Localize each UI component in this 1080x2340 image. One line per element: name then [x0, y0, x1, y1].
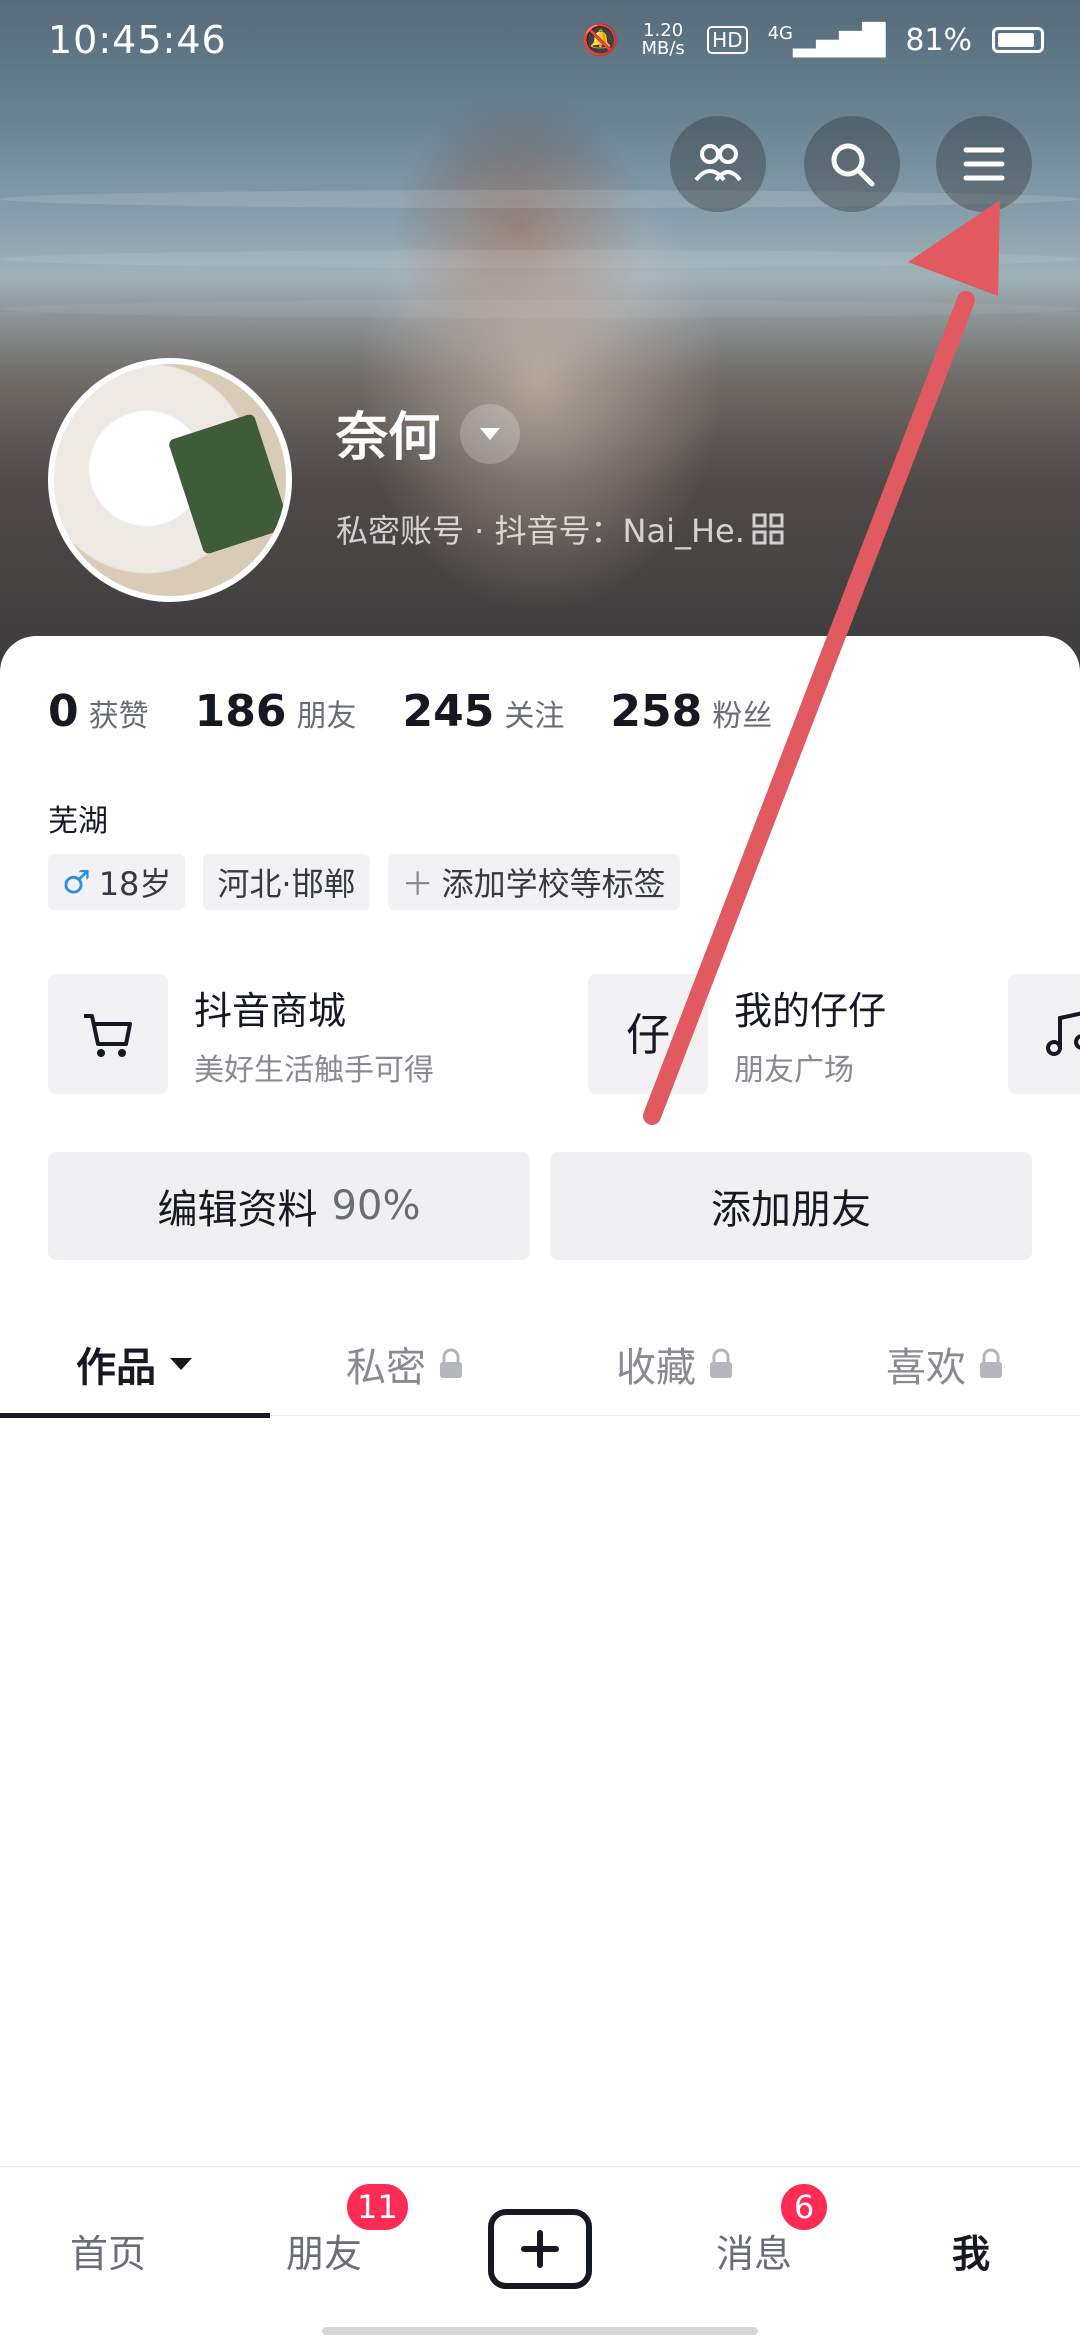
- lock-icon: [710, 1348, 732, 1378]
- account-id-text: 私密账号 · 抖音号：Nai_He.: [336, 512, 745, 550]
- male-icon: ♂: [62, 863, 91, 901]
- plus-icon: ＋: [401, 865, 434, 903]
- stat-friends[interactable]: 186 朋友: [195, 686, 357, 737]
- qr-code-icon: [752, 513, 784, 545]
- hd-icon: HD: [707, 26, 748, 54]
- mute-bell-icon: 🔕: [581, 22, 620, 58]
- gender-age-tag[interactable]: ♂ 18岁: [48, 854, 186, 910]
- menu-icon: [963, 147, 1005, 181]
- search-icon: [831, 143, 875, 187]
- add-tag-button[interactable]: ＋ 添加学校等标签: [387, 854, 680, 910]
- edit-profile-button[interactable]: 编辑资料 90%: [48, 1152, 530, 1260]
- stat-followers[interactable]: 258 粉丝: [610, 686, 772, 737]
- tab-private[interactable]: 私密: [270, 1312, 540, 1416]
- music-icon: [1046, 1011, 1080, 1056]
- status-icons: 🔕 1.20 MB/s HD 4G▂▄▆█ 81%: [582, 22, 1044, 58]
- menu-button[interactable]: [936, 116, 1032, 212]
- bio-location: 芜湖: [48, 804, 108, 839]
- bottom-nav: 首页 朋友 11 消息 6 我: [0, 2166, 1080, 2340]
- card-music[interactable]: [1008, 974, 1080, 1094]
- feature-cards: 抖音商城 美好生活触手可得 仔 我的仔仔 朋友广场: [48, 974, 1080, 1104]
- nav-messages[interactable]: 消息: [716, 2223, 792, 2278]
- battery-percent: 81%: [905, 22, 972, 58]
- works-grid-empty: [0, 1418, 1080, 2158]
- friends-button[interactable]: [670, 116, 766, 212]
- tab-works[interactable]: 作品: [0, 1312, 270, 1418]
- stats-row: 0 获赞 186 朋友 245 关注 258 粉丝: [48, 686, 772, 737]
- home-indicator[interactable]: [322, 2327, 758, 2335]
- svg-text:仔: 仔: [626, 1010, 670, 1061]
- profile-name[interactable]: 奈何: [336, 395, 440, 470]
- stat-following[interactable]: 245 关注: [402, 686, 564, 737]
- tag-row: ♂ 18岁 河北·邯郸 ＋ 添加学校等标签: [48, 854, 680, 910]
- profile-sub-info[interactable]: 私密账号 · 抖音号：Nai_He.: [336, 506, 785, 552]
- profile-sheet: 0 获赞 186 朋友 245 关注 258 粉丝 芜湖 ♂ 18岁 河北·邯郸 ＋ 添…: [0, 636, 1080, 2166]
- stat-likes: 0 获赞: [48, 686, 149, 737]
- signal-icon: 4G▂▄▆█: [767, 22, 886, 58]
- search-button[interactable]: [804, 116, 900, 212]
- tab-favorites[interactable]: 收藏: [540, 1312, 810, 1416]
- cart-icon: [84, 1014, 132, 1057]
- network-speed: 1.20 MB/s: [641, 20, 685, 59]
- triangle-down-icon: [480, 428, 500, 440]
- friends-icon: [694, 144, 742, 182]
- status-time: 10:45:46: [48, 18, 227, 62]
- create-button[interactable]: [488, 2209, 592, 2289]
- zaizai-icon: 仔: [626, 1010, 670, 1061]
- plus-icon: [521, 2230, 559, 2268]
- avatar[interactable]: [48, 358, 292, 602]
- card-my-zaizai[interactable]: 仔 我的仔仔 朋友广场: [588, 974, 886, 1094]
- account-switch-button[interactable]: [460, 404, 520, 464]
- battery-icon: [992, 27, 1044, 53]
- tab-likes[interactable]: 喜欢: [810, 1312, 1080, 1416]
- lock-icon: [440, 1348, 462, 1378]
- nav-friends[interactable]: 朋友: [286, 2223, 362, 2278]
- card-douyin-mall[interactable]: 抖音商城 美好生活触手可得: [48, 974, 434, 1094]
- nav-me[interactable]: 我: [952, 2223, 990, 2278]
- nav-home[interactable]: 首页: [70, 2223, 146, 2278]
- region-tag[interactable]: 河北·邯郸: [203, 854, 370, 910]
- friends-badge: 11: [344, 2181, 411, 2233]
- lock-icon: [980, 1348, 1002, 1378]
- content-tabs: 作品 私密 收藏 喜欢: [0, 1312, 1080, 1418]
- triangle-down-icon: [170, 1358, 192, 1370]
- status-bar: 10:45:46 🔕 1.20 MB/s HD 4G▂▄▆█ 81%: [0, 0, 1080, 84]
- messages-badge: 6: [778, 2181, 830, 2233]
- add-friend-button[interactable]: 添加朋友: [550, 1152, 1032, 1260]
